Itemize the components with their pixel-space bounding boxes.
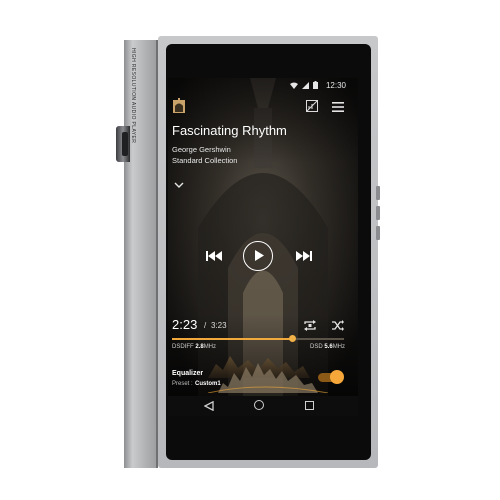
total-time: 3:23 bbox=[211, 321, 227, 330]
equalizer-toggle-knob[interactable] bbox=[330, 370, 344, 384]
source-format-prefix: DSDIFF bbox=[172, 344, 194, 350]
signal-icon bbox=[302, 82, 310, 89]
equalizer-label: Equalizer bbox=[172, 370, 204, 377]
seek-bar-thumb[interactable] bbox=[288, 335, 296, 342]
side-button-2[interactable] bbox=[376, 206, 380, 220]
side-button-1[interactable] bbox=[376, 186, 380, 200]
status-time: 12:30 bbox=[325, 81, 346, 90]
battery-icon bbox=[313, 81, 318, 89]
source-format: DSDIFF 2.8MHz bbox=[172, 344, 216, 350]
side-button-3[interactable] bbox=[376, 226, 380, 240]
library-icon[interactable] bbox=[172, 98, 186, 114]
back-icon[interactable] bbox=[204, 401, 214, 411]
status-bar: 12:30 bbox=[168, 78, 358, 94]
play-icon bbox=[255, 250, 264, 261]
menu-icon[interactable] bbox=[332, 102, 344, 112]
eq-off-icon[interactable] bbox=[306, 100, 318, 112]
shuffle-icon[interactable] bbox=[332, 320, 344, 331]
track-album: Standard Collection bbox=[172, 156, 238, 165]
player-screen: 12:30 Fascinating Rhythm George Gershwin… bbox=[168, 78, 358, 416]
preset-label: Preset : bbox=[172, 381, 193, 387]
play-button[interactable] bbox=[243, 241, 273, 271]
volume-knob-rim bbox=[122, 132, 128, 156]
device-side-panel: HIGH RESOLUTION AUDIO PLAYER bbox=[124, 40, 158, 468]
prev-icon[interactable] bbox=[206, 251, 222, 261]
current-time: 2:23 bbox=[172, 317, 198, 332]
output-format-value: 5.6 bbox=[324, 344, 333, 350]
status-icons bbox=[290, 81, 318, 91]
time-separator: / bbox=[204, 321, 207, 330]
next-icon[interactable] bbox=[296, 251, 312, 261]
seek-bar[interactable] bbox=[172, 335, 344, 342]
output-format: DSD 5.6MHz bbox=[310, 344, 345, 350]
output-format-prefix: DSD bbox=[310, 344, 323, 350]
preset-value[interactable]: Custom1 bbox=[195, 381, 221, 387]
top-toolbar bbox=[168, 96, 358, 120]
source-format-unit: MHz bbox=[203, 344, 217, 350]
repeat-icon[interactable] bbox=[303, 320, 317, 331]
source-format-value: 2.8 bbox=[195, 344, 204, 350]
seek-bar-fill bbox=[172, 338, 293, 340]
chevron-down-icon[interactable] bbox=[174, 181, 184, 189]
device-side-text: HIGH RESOLUTION AUDIO PLAYER bbox=[130, 48, 136, 144]
home-icon[interactable] bbox=[254, 400, 264, 410]
track-artist: George Gershwin bbox=[172, 145, 231, 154]
recent-apps-icon[interactable] bbox=[305, 401, 314, 410]
wifi-icon bbox=[290, 82, 299, 89]
output-format-unit: MHz bbox=[332, 344, 346, 350]
track-title: Fascinating Rhythm bbox=[172, 123, 287, 138]
